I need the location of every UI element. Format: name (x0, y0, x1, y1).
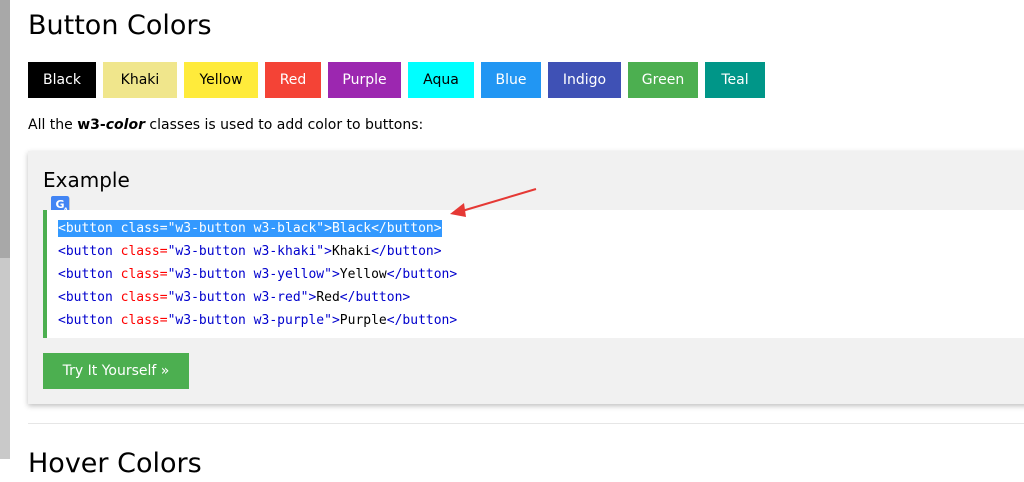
annotation-arrow-icon (450, 188, 537, 217)
